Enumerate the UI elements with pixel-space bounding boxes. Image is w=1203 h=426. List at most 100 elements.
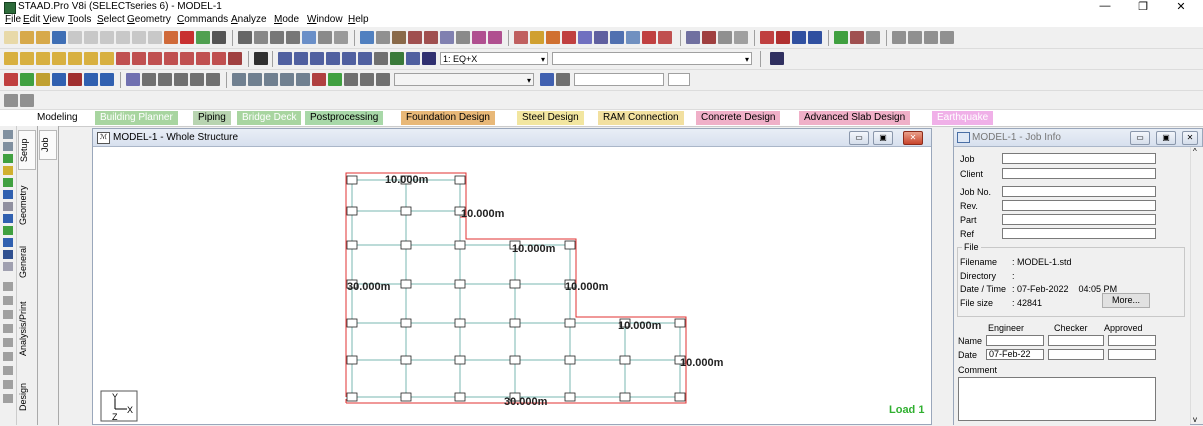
pan-2-icon[interactable]	[374, 52, 388, 65]
menu-mode[interactable]: Mode	[274, 14, 299, 25]
new-file-icon[interactable]	[4, 31, 18, 44]
view-right-icon[interactable]	[52, 52, 66, 65]
job-info-restore-button[interactable]: ▣	[1156, 131, 1176, 145]
value-input[interactable]	[574, 73, 664, 86]
zoom-in-icon[interactable]	[940, 31, 954, 44]
section-icon[interactable]	[702, 31, 716, 44]
steel-tool-icon[interactable]	[3, 352, 13, 361]
menu-file[interactable]: File	[5, 14, 21, 25]
pan-icon[interactable]	[908, 31, 922, 44]
move-icon[interactable]	[344, 73, 358, 86]
mirror-icon[interactable]	[100, 73, 114, 86]
tab-foundation-design[interactable]: Foundation Design	[401, 111, 495, 125]
open-folder-icon[interactable]	[36, 31, 50, 44]
snap-grid-icon[interactable]	[376, 73, 390, 86]
delete-icon[interactable]	[116, 31, 130, 44]
add-beam-icon[interactable]	[20, 73, 34, 86]
help-question-icon[interactable]	[556, 73, 570, 86]
structure-restore-button[interactable]: ▣	[873, 131, 893, 145]
tab-setup[interactable]: Setup	[18, 130, 36, 170]
tab-steel-design[interactable]: Steel Design	[517, 111, 584, 125]
zoom-in-2-icon[interactable]	[294, 52, 308, 65]
print-preview-icon[interactable]	[254, 31, 268, 44]
line-tool-icon[interactable]	[3, 202, 13, 211]
engineer-date-field[interactable]: 07-Feb-22	[986, 349, 1044, 360]
generate-plate-icon[interactable]	[296, 73, 310, 86]
load-case-dropdown[interactable]: 1: EQ+X ▾	[440, 52, 548, 65]
part-field[interactable]	[1002, 214, 1156, 225]
spin-left-icon[interactable]	[180, 52, 194, 65]
add-plate-icon[interactable]	[36, 73, 50, 86]
structure-minimize-button[interactable]: ▭	[849, 131, 869, 145]
view-front-icon[interactable]	[68, 52, 82, 65]
page-control-icon[interactable]	[4, 94, 18, 107]
menu-view[interactable]: View	[43, 14, 65, 25]
print-icon[interactable]	[238, 31, 252, 44]
select-tool-icon[interactable]	[3, 142, 13, 151]
snapshot-icon[interactable]	[318, 31, 332, 44]
stretch-icon[interactable]	[328, 73, 342, 86]
label-icon[interactable]	[546, 31, 560, 44]
structure-close-button[interactable]: ✕	[903, 131, 923, 145]
beam-tool-icon[interactable]	[3, 166, 13, 175]
rotate-down-icon[interactable]	[132, 52, 146, 65]
timber-tool-icon[interactable]	[3, 380, 13, 389]
tab-design[interactable]: Design	[18, 374, 36, 420]
design-tool-icon[interactable]	[3, 324, 13, 333]
structure-wizard-icon[interactable]	[196, 31, 210, 44]
menu-geometry[interactable]: Geometry	[127, 14, 171, 25]
structure-view-icon[interactable]	[422, 52, 436, 65]
view-iso-icon[interactable]	[100, 52, 114, 65]
zoom-out-icon[interactable]	[310, 52, 324, 65]
tab-general[interactable]: General	[18, 238, 36, 286]
zoom-window-icon[interactable]	[924, 31, 938, 44]
tab-piping[interactable]: Piping	[193, 111, 231, 125]
tab-postprocessing[interactable]: Postprocessing	[305, 111, 384, 125]
result-icon[interactable]	[610, 31, 624, 44]
renumber-icon[interactable]	[280, 73, 294, 86]
spin-right-icon[interactable]	[196, 52, 210, 65]
add-beam-point-icon[interactable]	[174, 73, 188, 86]
break-beam-icon[interactable]	[190, 73, 204, 86]
view-from-icon[interactable]	[686, 31, 700, 44]
physical-member-icon[interactable]	[472, 31, 486, 44]
grid-tool-icon[interactable]	[3, 214, 13, 223]
node-cursor-icon[interactable]	[376, 31, 390, 44]
load-tool-icon[interactable]	[3, 250, 13, 259]
picture-icon[interactable]	[270, 31, 284, 44]
view-bottom-icon[interactable]	[20, 52, 34, 65]
run-analysis-icon[interactable]	[180, 31, 194, 44]
menu-commands[interactable]: Commands	[177, 14, 228, 25]
circular-repeat-icon[interactable]	[84, 73, 98, 86]
menu-tools[interactable]: Tools	[68, 14, 91, 25]
print-tool-icon[interactable]	[3, 296, 13, 305]
client-field[interactable]	[1002, 168, 1156, 179]
magnify-icon[interactable]	[406, 52, 420, 65]
add-solid-icon[interactable]	[52, 73, 66, 86]
roll-icon[interactable]	[212, 52, 226, 65]
zoom-previous-icon[interactable]	[342, 52, 356, 65]
material-tool-icon[interactable]	[3, 262, 13, 271]
tab-geometry[interactable]: Geometry	[18, 174, 36, 236]
moment-icon[interactable]	[866, 31, 880, 44]
concrete-tool-icon[interactable]	[3, 366, 13, 375]
view-left-icon[interactable]	[36, 52, 50, 65]
job-info-minimize-button[interactable]: ▭	[1130, 131, 1150, 145]
solid-tool-icon[interactable]	[3, 190, 13, 199]
tab-modeling[interactable]: Modeling	[32, 111, 83, 125]
orbit-icon[interactable]	[892, 31, 906, 44]
job-no-field[interactable]	[1002, 186, 1156, 197]
menu-select[interactable]: Select	[97, 14, 125, 25]
comment-field[interactable]	[958, 377, 1156, 421]
display-window-icon[interactable]	[254, 52, 268, 65]
select-box-icon[interactable]	[360, 31, 374, 44]
scale-icon[interactable]	[578, 31, 592, 44]
support-tool-icon[interactable]	[3, 238, 13, 247]
selection-dropdown[interactable]: ▾	[394, 73, 534, 86]
geometry-cursor-icon[interactable]	[456, 31, 470, 44]
save-icon[interactable]	[52, 31, 66, 44]
check-tool-icon[interactable]	[3, 338, 13, 347]
split-beam-icon[interactable]	[248, 73, 262, 86]
deflection-icon[interactable]	[626, 31, 640, 44]
tab-concrete-design[interactable]: Concrete Design	[696, 111, 781, 125]
